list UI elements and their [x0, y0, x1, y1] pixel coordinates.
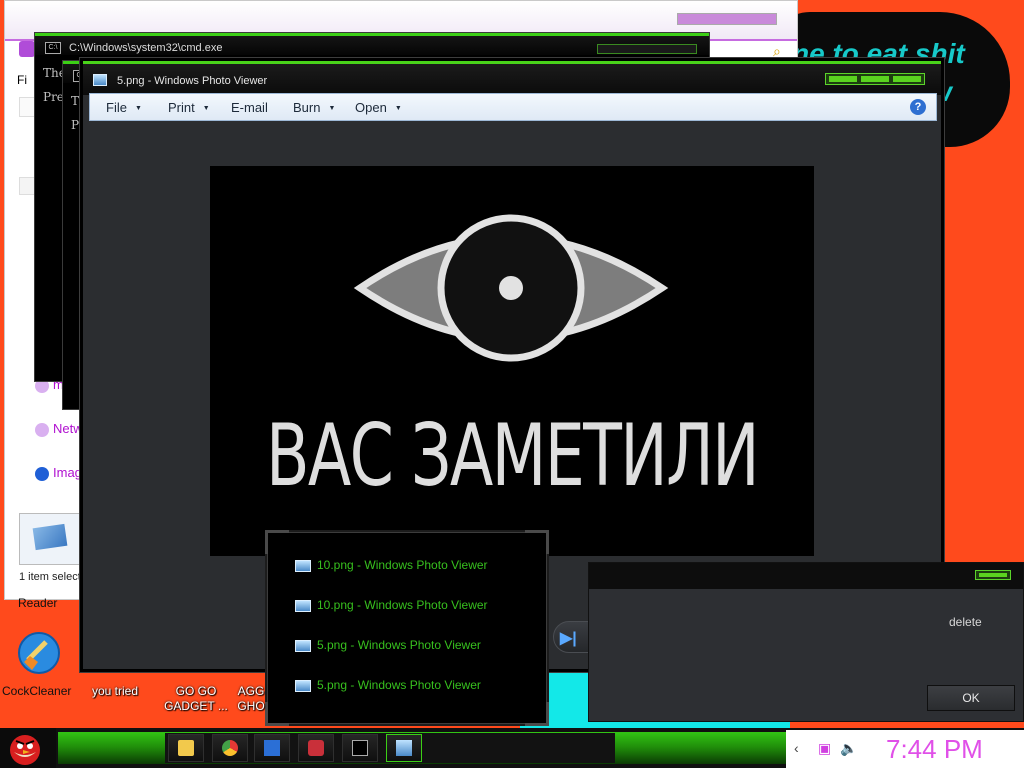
desktop-icon-agg[interactable]: AGG GHO — [236, 684, 266, 714]
nav-item-network[interactable]: Netw — [35, 421, 83, 437]
photo-viewer-icon — [295, 679, 311, 692]
taskbar-app-red[interactable] — [298, 734, 334, 762]
broom-icon[interactable] — [16, 630, 62, 676]
window-list-item[interactable]: 5.png - Windows Photo Viewer — [295, 638, 481, 652]
nav-item-label: Netw — [53, 421, 83, 436]
image-file-icon — [32, 523, 68, 551]
photo-viewer-icon — [295, 599, 311, 612]
angry-bird-icon — [10, 735, 40, 765]
taskbar-chrome[interactable] — [212, 734, 248, 762]
photo-viewer-icon — [295, 559, 311, 572]
image-caption: ВАС ЗАМЕТИЛИ — [266, 406, 760, 506]
caret-down-icon: ▼ — [394, 105, 402, 113]
menu-label: File — [106, 100, 127, 115]
cmd-title: C:\Windows\system32\cmd.exe — [69, 42, 223, 54]
taskbar-cmd[interactable] — [342, 734, 378, 762]
menu-print[interactable]: Print ▼ — [168, 100, 210, 115]
menu-burn[interactable]: Burn ▼ — [293, 100, 335, 115]
taskbar-explorer[interactable] — [168, 734, 204, 762]
cmd-titlebar[interactable]: C:\ C:\Windows\system32\cmd.exe — [35, 33, 709, 55]
popup-corner — [525, 702, 549, 726]
photo-viewer-icon — [396, 740, 412, 756]
caret-down-icon: ▼ — [134, 105, 142, 113]
maximize-button[interactable] — [861, 76, 889, 82]
dialog-titlebar[interactable] — [589, 563, 1023, 589]
popup-corner — [525, 530, 549, 554]
menu-file[interactable]: File ▼ — [106, 100, 142, 115]
ok-button[interactable]: OK — [927, 685, 1015, 711]
menu-label: Print — [168, 100, 195, 115]
photo-viewer-menubar: File ▼ Print ▼ E-mail Burn ▼ Open ▼ ? — [89, 93, 937, 121]
window-controls[interactable] — [825, 73, 925, 85]
taskbar-photo-viewer[interactable] — [386, 734, 422, 762]
window-list-item[interactable]: 10.png - Windows Photo Viewer — [295, 598, 488, 612]
caret-down-icon: ▼ — [202, 105, 210, 113]
displayed-image: ВАС ЗАМЕТИЛИ — [210, 166, 814, 556]
desktop-icon-you-tried[interactable]: you tried — [92, 684, 138, 698]
menu-open[interactable]: Open ▼ — [355, 100, 402, 115]
menu-label: Open — [355, 100, 387, 115]
cmd-window-controls[interactable] — [597, 44, 697, 54]
close-icon — [979, 573, 1007, 577]
menu-label: E-mail — [231, 100, 268, 115]
lightning-icon — [35, 466, 49, 481]
network-icon[interactable]: ▣ — [818, 740, 831, 757]
cmd-icon — [352, 740, 368, 756]
taskbar-app-blue[interactable] — [254, 734, 290, 762]
document-icon — [264, 740, 280, 756]
photo-viewer-icon — [295, 639, 311, 652]
dialog-window[interactable]: delete OK — [588, 562, 1024, 722]
window-list-label: 5.png - Windows Photo Viewer — [317, 678, 481, 692]
explorer-window-controls[interactable] — [677, 13, 777, 25]
minimize-button[interactable] — [829, 76, 857, 82]
window-list-label: 5.png - Windows Photo Viewer — [317, 638, 481, 652]
taskbar-clock[interactable]: 7:44 PM — [886, 734, 983, 765]
popup-corner — [265, 702, 289, 726]
nav-item-label: Imag — [53, 465, 82, 480]
next-icon[interactable]: ▶| — [560, 628, 577, 648]
dialog-message: delete — [949, 615, 982, 629]
desktop-icon-go-go-gadget[interactable]: GO GO GADGET ... — [160, 684, 232, 714]
menu-email[interactable]: E-mail — [231, 100, 268, 115]
popup-corner — [265, 530, 289, 554]
caret-down-icon: ▼ — [328, 105, 336, 113]
close-button[interactable] — [893, 76, 921, 82]
window-list-label: 10.png - Windows Photo Viewer — [317, 598, 488, 612]
help-icon[interactable]: ? — [910, 99, 926, 115]
window-list-label: 10.png - Windows Photo Viewer — [317, 558, 488, 572]
folder-icon — [178, 740, 194, 756]
start-button[interactable] — [0, 728, 56, 768]
photo-viewer-app-icon — [93, 74, 107, 86]
desktop-icon-reader[interactable]: Reader — [18, 596, 57, 610]
window-title: 5.png - Windows Photo Viewer — [117, 75, 268, 87]
explorer-menu-file[interactable]: Fi — [17, 73, 27, 87]
network-icon — [35, 422, 49, 437]
window-list-item[interactable]: 5.png - Windows Photo Viewer — [295, 678, 481, 692]
photo-viewer-titlebar[interactable]: 5.png - Windows Photo Viewer — [83, 61, 941, 95]
volume-icon[interactable]: 🔈 — [840, 740, 857, 757]
app-icon — [308, 740, 324, 756]
file-thumbnail[interactable] — [19, 513, 83, 565]
cmd-app-icon: C:\ — [45, 42, 61, 54]
chrome-icon — [222, 740, 238, 756]
taskbar-window-list: 10.png - Windows Photo Viewer 10.png - W… — [265, 530, 549, 726]
explorer-status-bar: 1 item selecte — [19, 571, 87, 583]
nav-item-images[interactable]: Imag — [35, 465, 82, 481]
dialog-close-button[interactable] — [975, 570, 1011, 580]
menu-label: Burn — [293, 100, 321, 115]
show-hidden-icons[interactable]: ‹ — [794, 740, 799, 756]
window-list-item[interactable]: 10.png - Windows Photo Viewer — [295, 558, 488, 572]
explorer-app-icon — [19, 41, 35, 57]
desktop-icon-cockcleaner[interactable]: CockCleaner — [2, 684, 71, 698]
